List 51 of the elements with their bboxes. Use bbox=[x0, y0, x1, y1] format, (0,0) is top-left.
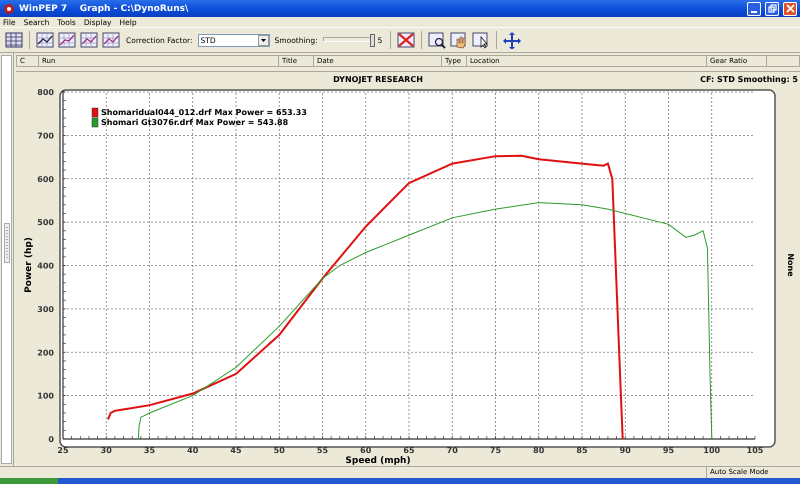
x-tick-label: 30 bbox=[100, 446, 112, 455]
smoothing-slider[interactable] bbox=[322, 34, 373, 46]
x-tick-label: 100 bbox=[703, 446, 720, 455]
x-tick-label: 95 bbox=[662, 446, 674, 455]
graph-icon[interactable] bbox=[35, 31, 55, 49]
x-tick-label: 50 bbox=[274, 446, 285, 455]
minimize-icon bbox=[751, 10, 757, 12]
minimize-button[interactable] bbox=[747, 2, 761, 16]
restore-icon bbox=[768, 4, 776, 13]
y-tick-label: 800 bbox=[37, 88, 54, 97]
x-tick-label: 55 bbox=[316, 446, 328, 455]
x-tick-label: 60 bbox=[360, 446, 372, 455]
app-icon bbox=[3, 2, 15, 14]
legend-label: Shomari Gt3076r.drf Max Power = 543.88 bbox=[101, 118, 288, 127]
grid-icon[interactable] bbox=[4, 31, 24, 49]
delete-graph-icon[interactable] bbox=[396, 31, 416, 49]
y-tick-label: 300 bbox=[37, 304, 54, 314]
x-tick-label: 75 bbox=[490, 446, 502, 455]
y-axis-title: Power (hp) bbox=[24, 237, 34, 293]
x-tick-label: 105 bbox=[746, 446, 764, 455]
graph-icon[interactable] bbox=[79, 31, 99, 49]
x-tick-label: 80 bbox=[533, 446, 544, 455]
chart-title: DYNOJET RESEARCH bbox=[333, 75, 423, 84]
zoom-icon[interactable] bbox=[427, 31, 448, 49]
graph-icon[interactable] bbox=[57, 31, 77, 49]
chart-settings-label: CF: STD Smoothing: 5 bbox=[700, 75, 798, 84]
y-tick-label: 100 bbox=[37, 392, 54, 401]
x-tick-label: 40 bbox=[187, 446, 198, 455]
x-tick-label: 85 bbox=[576, 446, 588, 455]
close-button[interactable] bbox=[783, 2, 797, 16]
window-title: WinPEP 7 Graph - C:\DynoRuns\ bbox=[19, 4, 188, 14]
x-tick-label: 90 bbox=[620, 446, 631, 455]
y-tick-label: 600 bbox=[37, 174, 54, 184]
x-axis-title: Speed (mph) bbox=[345, 456, 411, 466]
x-tick-label: 65 bbox=[403, 446, 415, 455]
x-tick-label: 45 bbox=[230, 446, 242, 455]
x-tick-label: 25 bbox=[57, 446, 69, 455]
legend-label: Shomaridual044_012.drf Max Power = 653.33 bbox=[101, 108, 307, 117]
graph-icon[interactable] bbox=[101, 31, 121, 49]
x-tick-label: 35 bbox=[144, 446, 156, 455]
move-arrows-icon[interactable] bbox=[502, 31, 522, 49]
y-tick-label: 700 bbox=[37, 131, 54, 140]
x-tick-label: 70 bbox=[446, 446, 458, 455]
restore-button[interactable] bbox=[765, 2, 779, 16]
y-tick-label: 0 bbox=[48, 435, 54, 444]
y-tick-label: 200 bbox=[37, 348, 54, 358]
splitter-handle[interactable] bbox=[4, 223, 10, 263]
y-tick-label: 500 bbox=[37, 218, 54, 228]
secondary-axis-label: None bbox=[786, 253, 795, 277]
y-tick-label: 400 bbox=[37, 262, 54, 270]
close-icon bbox=[786, 4, 794, 13]
